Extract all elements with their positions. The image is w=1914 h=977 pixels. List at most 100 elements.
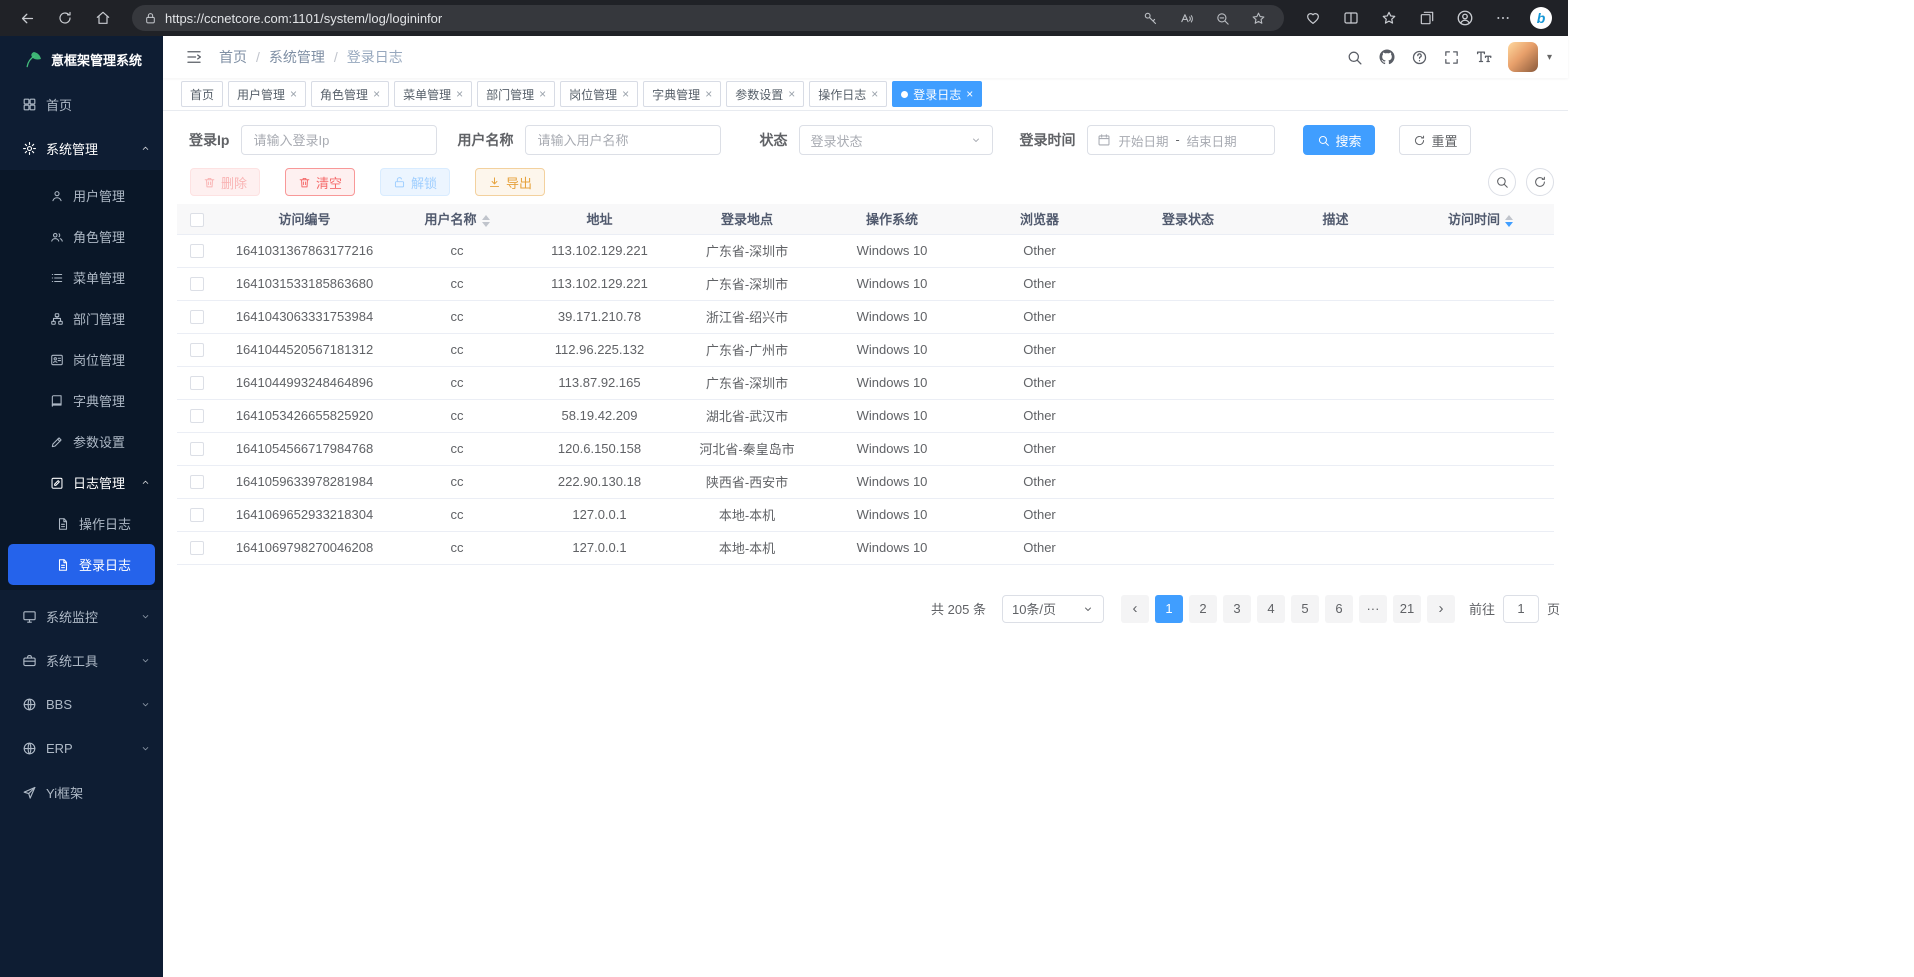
browser-essentials-button[interactable] bbox=[1294, 4, 1332, 32]
tab-dict-management[interactable]: 字典管理× bbox=[643, 81, 721, 107]
tab-operation-log[interactable]: 操作日志× bbox=[809, 81, 887, 107]
row-checkbox[interactable] bbox=[190, 244, 204, 258]
sidebar-item-system-tools[interactable]: 系统工具 bbox=[0, 638, 163, 682]
row-checkbox[interactable] bbox=[190, 343, 204, 357]
sort-username[interactable] bbox=[482, 215, 490, 227]
page-size-select[interactable]: 10条/页 bbox=[1002, 595, 1104, 623]
page-button-2[interactable]: 2 bbox=[1189, 595, 1217, 623]
row-checkbox[interactable] bbox=[190, 442, 204, 456]
favorites-bar-button[interactable] bbox=[1370, 4, 1408, 32]
sidebar-item-erp[interactable]: ERP bbox=[0, 726, 163, 770]
sidebar-item-system-management[interactable]: 系统管理 bbox=[0, 126, 163, 170]
collections-button[interactable] bbox=[1408, 4, 1446, 32]
tab-role-management[interactable]: 角色管理× bbox=[311, 81, 389, 107]
row-checkbox[interactable] bbox=[190, 541, 204, 555]
next-page-button[interactable]: › bbox=[1427, 595, 1455, 623]
page-button-21[interactable]: 21 bbox=[1393, 595, 1421, 623]
select-all-checkbox[interactable] bbox=[190, 213, 204, 227]
fullscreen-button[interactable] bbox=[1443, 49, 1460, 66]
page-button-4[interactable]: 4 bbox=[1257, 595, 1285, 623]
unlock-button[interactable]: 解锁 bbox=[380, 168, 450, 196]
sidebar-toggle[interactable] bbox=[185, 48, 203, 66]
clear-button[interactable]: 清空 bbox=[285, 168, 355, 196]
row-checkbox[interactable] bbox=[190, 376, 204, 390]
sidebar-item-yi-framework[interactable]: Yi框架 bbox=[0, 770, 163, 814]
close-icon[interactable]: × bbox=[705, 88, 712, 100]
app-logo[interactable]: 意框架管理系统 bbox=[0, 36, 163, 82]
login-ip-input[interactable] bbox=[241, 125, 437, 155]
close-icon[interactable]: × bbox=[788, 88, 795, 100]
split-screen-button[interactable] bbox=[1332, 4, 1370, 32]
reset-button[interactable]: 重置 bbox=[1399, 125, 1471, 155]
sidebar-item-operation-log[interactable]: 操作日志 bbox=[0, 503, 163, 544]
avatar[interactable] bbox=[1508, 42, 1538, 72]
prev-page-button[interactable]: ‹ bbox=[1121, 595, 1149, 623]
tab-dept-management[interactable]: 部门管理× bbox=[477, 81, 555, 107]
row-checkbox[interactable] bbox=[190, 310, 204, 324]
close-icon[interactable]: × bbox=[539, 88, 546, 100]
sort-visit-time[interactable] bbox=[1505, 215, 1513, 227]
sidebar-item-log-management[interactable]: 日志管理 bbox=[0, 462, 163, 503]
row-checkbox[interactable] bbox=[190, 409, 204, 423]
home-button[interactable] bbox=[84, 4, 122, 32]
address-bar[interactable]: https://ccnetcore.com:1101/system/log/lo… bbox=[132, 5, 1284, 31]
sidebar-item-home[interactable]: 首页 bbox=[0, 82, 163, 126]
breadcrumb-item[interactable]: 首页 bbox=[219, 47, 247, 67]
github-button[interactable] bbox=[1378, 48, 1396, 66]
close-icon[interactable]: × bbox=[290, 88, 297, 100]
copilot-button[interactable]: b bbox=[1522, 4, 1560, 32]
profile-button[interactable] bbox=[1446, 4, 1484, 32]
back-button[interactable] bbox=[8, 4, 46, 32]
close-icon[interactable]: × bbox=[456, 88, 463, 100]
sidebar-item-menu-management[interactable]: 菜单管理 bbox=[0, 257, 163, 298]
refresh-table-button[interactable] bbox=[1526, 168, 1554, 196]
help-button[interactable] bbox=[1411, 49, 1428, 66]
refresh-icon bbox=[57, 10, 73, 26]
more-menu-button[interactable] bbox=[1484, 4, 1522, 32]
sidebar-item-system-monitor[interactable]: 系统监控 bbox=[0, 594, 163, 638]
password-key-button[interactable] bbox=[1136, 4, 1164, 32]
read-aloud-button[interactable] bbox=[1172, 4, 1200, 32]
tab-user-management[interactable]: 用户管理× bbox=[228, 81, 306, 107]
page-button-3[interactable]: 3 bbox=[1223, 595, 1251, 623]
tab-post-management[interactable]: 岗位管理× bbox=[560, 81, 638, 107]
page-button-6[interactable]: 6 bbox=[1325, 595, 1353, 623]
favorite-button[interactable] bbox=[1244, 4, 1272, 32]
avatar-caret-icon[interactable]: ▾ bbox=[1547, 52, 1552, 63]
row-checkbox[interactable] bbox=[190, 277, 204, 291]
sidebar-item-login-log[interactable]: 登录日志 bbox=[8, 544, 155, 585]
page-button-1[interactable]: 1 bbox=[1155, 595, 1183, 623]
sidebar-item-post-management[interactable]: 岗位管理 bbox=[0, 339, 163, 380]
more-pages-button[interactable]: ··· bbox=[1359, 595, 1387, 623]
tab-param-settings[interactable]: 参数设置× bbox=[726, 81, 804, 107]
username-input[interactable] bbox=[525, 125, 721, 155]
close-icon[interactable]: × bbox=[871, 88, 878, 100]
sidebar-item-dict-management[interactable]: 字典管理 bbox=[0, 380, 163, 421]
font-size-button[interactable] bbox=[1475, 48, 1493, 66]
sidebar-item-dept-management[interactable]: 部门管理 bbox=[0, 298, 163, 339]
close-icon[interactable]: × bbox=[966, 88, 973, 100]
date-range-picker[interactable]: 开始日期 - 结束日期 bbox=[1087, 125, 1275, 155]
close-icon[interactable]: × bbox=[622, 88, 629, 100]
row-checkbox[interactable] bbox=[190, 475, 204, 489]
goto-page-input[interactable] bbox=[1503, 595, 1539, 623]
zoom-button[interactable] bbox=[1208, 4, 1236, 32]
sidebar-item-user-management[interactable]: 用户管理 bbox=[0, 175, 163, 216]
header-search-button[interactable] bbox=[1346, 49, 1363, 66]
tab-menu-management[interactable]: 菜单管理× bbox=[394, 81, 472, 107]
tab-home[interactable]: 首页 bbox=[181, 81, 223, 107]
status-select[interactable]: 登录状态 bbox=[799, 125, 993, 155]
close-icon[interactable]: × bbox=[373, 88, 380, 100]
sidebar-item-role-management[interactable]: 角色管理 bbox=[0, 216, 163, 257]
sidebar-item-param-settings[interactable]: 参数设置 bbox=[0, 421, 163, 462]
export-button[interactable]: 导出 bbox=[475, 168, 545, 196]
breadcrumb-item[interactable]: 系统管理 bbox=[269, 47, 325, 67]
tab-login-log[interactable]: 登录日志× bbox=[892, 81, 982, 107]
toggle-search-button[interactable] bbox=[1488, 168, 1516, 196]
page-button-5[interactable]: 5 bbox=[1291, 595, 1319, 623]
sidebar-item-bbs[interactable]: BBS bbox=[0, 682, 163, 726]
delete-button[interactable]: 删除 bbox=[190, 168, 260, 196]
search-button[interactable]: 搜索 bbox=[1303, 125, 1375, 155]
row-checkbox[interactable] bbox=[190, 508, 204, 522]
refresh-button[interactable] bbox=[46, 4, 84, 32]
